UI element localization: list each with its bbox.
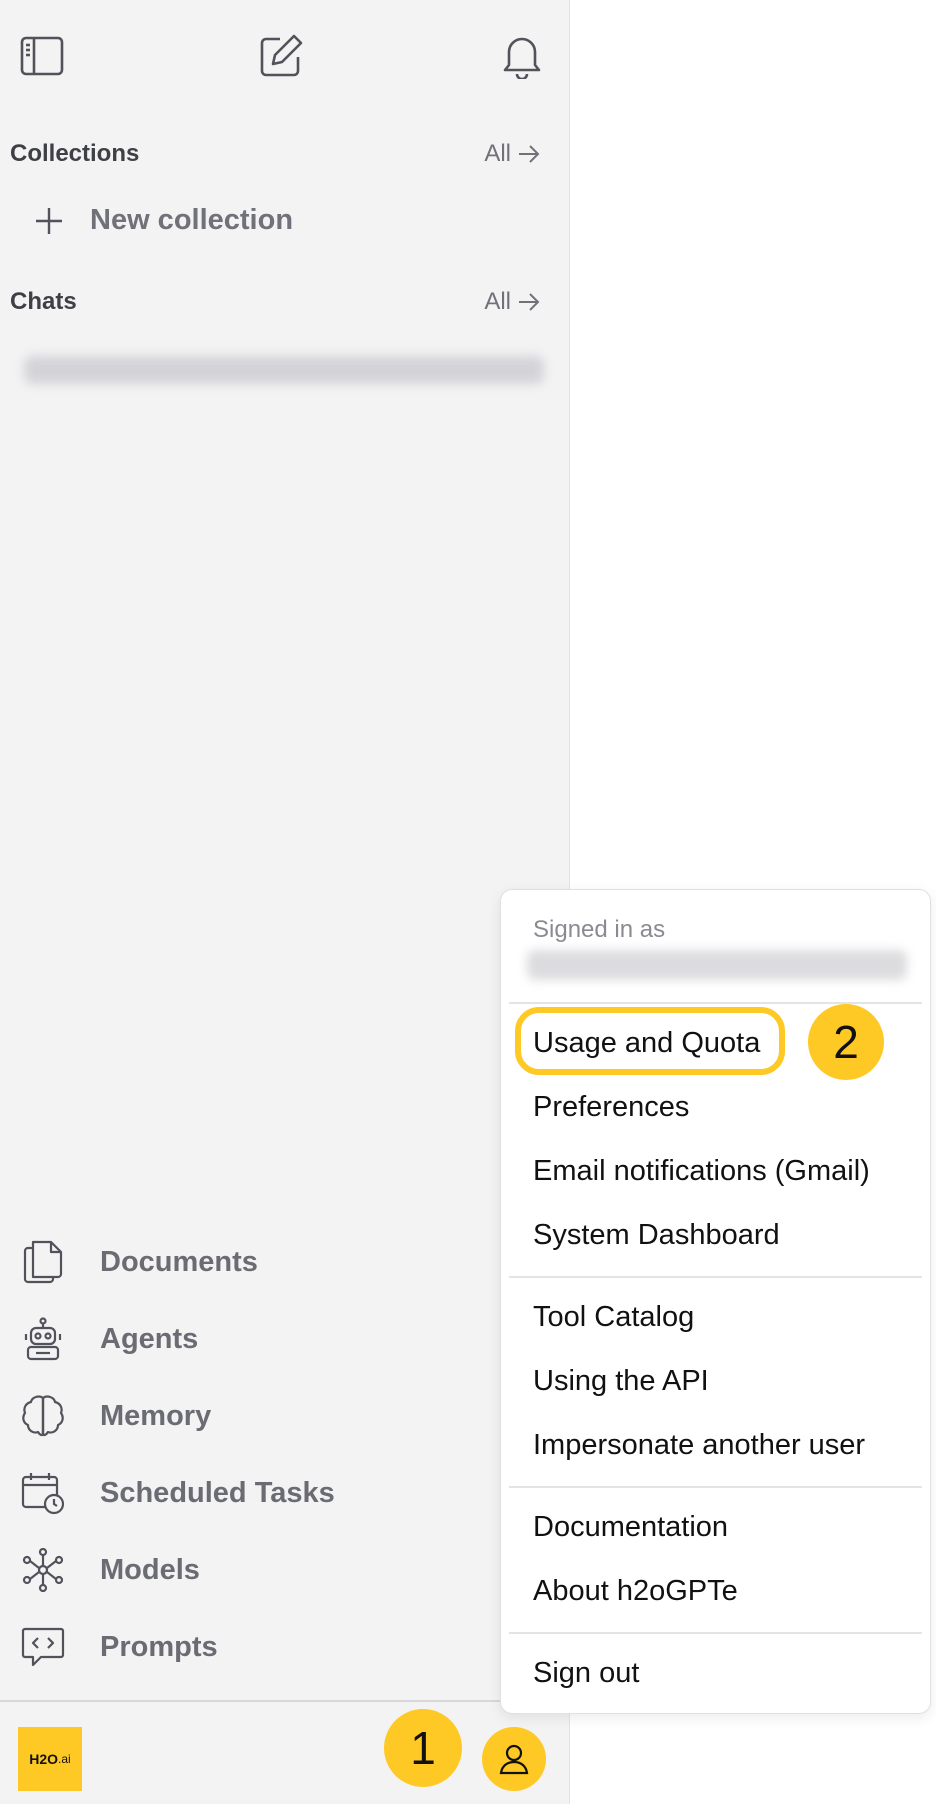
collections-title: Collections (10, 140, 140, 167)
user-icon (499, 1744, 529, 1775)
bell-icon[interactable] (496, 30, 548, 82)
collections-all-link[interactable]: All (484, 140, 541, 168)
new-chat-edit-icon[interactable] (255, 30, 307, 82)
menu-sign-out[interactable]: Sign out (533, 1657, 639, 1690)
menu-using-the-api[interactable]: Using the API (533, 1365, 709, 1398)
nav-label: Scheduled Tasks (100, 1476, 335, 1509)
menu-impersonate-user[interactable]: Impersonate another user (533, 1429, 865, 1462)
all-label: All (484, 140, 511, 167)
logo-suffix: .ai (58, 1752, 71, 1766)
menu-preferences[interactable]: Preferences (533, 1091, 689, 1124)
signed-in-caption: Signed in as (533, 916, 666, 943)
calendar-clock-icon (20, 1470, 66, 1516)
step-number: 2 (833, 1016, 859, 1068)
nav-label: Agents (100, 1322, 199, 1355)
chats-header: Chats All (10, 288, 541, 316)
new-collection-label: New collection (90, 204, 294, 236)
sidebar-toggle-icon[interactable] (16, 30, 68, 82)
nav-scheduled-tasks[interactable]: Scheduled Tasks (20, 1465, 335, 1521)
nav-memory[interactable]: Memory (20, 1388, 211, 1444)
step-number: 1 (410, 1722, 436, 1774)
menu-divider (509, 1486, 922, 1488)
menu-email-notifications[interactable]: Email notifications (Gmail) (533, 1155, 870, 1188)
plus-icon (36, 207, 62, 234)
menu-system-dashboard[interactable]: System Dashboard (533, 1219, 780, 1252)
step-badge-1: 1 (384, 1709, 462, 1787)
menu-usage-and-quota[interactable]: Usage and Quota (533, 1027, 760, 1060)
nav-prompts[interactable]: Prompts (20, 1619, 218, 1675)
step-badge-2: 2 (808, 1004, 884, 1080)
nav-label: Models (100, 1553, 200, 1586)
nav-label: Prompts (100, 1630, 218, 1663)
menu-divider (509, 1632, 922, 1634)
menu-documentation[interactable]: Documentation (533, 1511, 728, 1544)
code-bubble-icon (20, 1624, 66, 1670)
network-icon (20, 1547, 66, 1593)
robot-icon (20, 1316, 66, 1362)
new-collection-button[interactable]: New collection (34, 204, 293, 237)
menu-tool-catalog[interactable]: Tool Catalog (533, 1301, 694, 1334)
arrow-right-icon (519, 293, 540, 311)
collections-header: Collections All (10, 140, 541, 168)
chats-all-link[interactable]: All (484, 288, 541, 316)
chat-history-item[interactable] (24, 356, 544, 384)
nav-label: Documents (100, 1245, 258, 1278)
menu-divider (509, 1002, 922, 1004)
nav-agents[interactable]: Agents (20, 1311, 198, 1367)
documents-icon (20, 1239, 66, 1285)
nav-documents[interactable]: Documents (20, 1234, 258, 1290)
signed-in-email (527, 950, 907, 980)
sidebar-footer-divider (0, 1700, 570, 1702)
nav-label: Memory (100, 1399, 212, 1432)
h2o-logo: H2O .ai (18, 1727, 82, 1791)
menu-about[interactable]: About h2oGPTe (533, 1575, 738, 1608)
sidebar: Collections All New collection Chats All… (0, 0, 570, 1804)
nav-models[interactable]: Models (20, 1542, 200, 1598)
menu-divider (509, 1276, 922, 1278)
brain-icon (20, 1393, 66, 1439)
user-avatar-button[interactable] (482, 1727, 546, 1791)
all-label: All (484, 288, 511, 315)
arrow-right-icon (519, 145, 540, 163)
chats-title: Chats (10, 288, 77, 315)
logo-text: H2O (29, 1751, 59, 1767)
